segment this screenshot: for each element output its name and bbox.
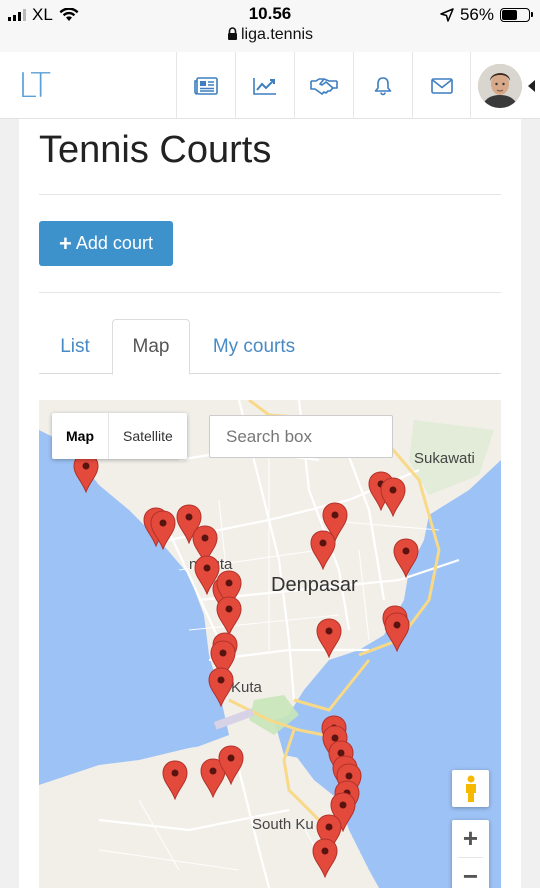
zoom-out-button[interactable]: − (452, 858, 489, 888)
battery-icon (500, 8, 533, 22)
url-bar[interactable]: liga.tennis (0, 26, 540, 44)
bell-icon (374, 76, 392, 95)
nav-matches-button[interactable] (294, 52, 353, 119)
nav-stats-button[interactable] (235, 52, 294, 119)
tab-map[interactable]: Map (112, 319, 190, 375)
newspaper-icon (194, 76, 218, 95)
battery-percent: 56% (459, 5, 494, 24)
add-court-label: Add court (75, 233, 153, 253)
divider (39, 292, 501, 293)
nav-news-button[interactable] (176, 52, 235, 119)
nav-messages-button[interactable] (412, 52, 471, 119)
zoom-control: + − (452, 820, 489, 888)
court-marker[interactable] (310, 530, 336, 570)
map-label-kuta: Kuta (231, 679, 262, 696)
zoom-in-button[interactable]: + (452, 820, 489, 857)
envelope-icon (431, 77, 453, 94)
url-text: liga.tennis (240, 26, 314, 43)
user-avatar-button[interactable] (470, 52, 529, 119)
map-type-map-button[interactable]: Map (52, 413, 109, 459)
caret-left-icon[interactable] (528, 80, 535, 92)
street-view-button[interactable] (452, 770, 489, 807)
handshake-icon (310, 77, 338, 95)
court-marker[interactable] (162, 760, 188, 800)
logo[interactable]: LT (18, 66, 51, 106)
tab-list[interactable]: List (39, 319, 111, 374)
lock-icon (227, 27, 237, 40)
page-title: Tennis Courts (39, 129, 272, 171)
ios-status-bar: XL 10.56 liga.tennis 56% (0, 0, 540, 52)
court-marker[interactable] (218, 745, 244, 785)
court-marker[interactable] (150, 510, 176, 550)
status-right: 56% (440, 5, 533, 25)
view-tabs: List Map My courts (39, 319, 501, 375)
map-label-south-kuta: South Ku (252, 816, 314, 833)
chart-line-icon (253, 77, 276, 95)
court-marker[interactable] (216, 596, 242, 636)
court-marker[interactable] (312, 838, 338, 878)
courts-map[interactable]: Sukawati Denpasar n Kuta Kuta South Ku M… (39, 400, 501, 888)
court-marker[interactable] (380, 477, 406, 517)
court-marker[interactable] (384, 612, 410, 652)
pegman-icon (465, 775, 476, 802)
avatar (478, 63, 522, 108)
map-search-input[interactable] (209, 415, 393, 458)
court-marker[interactable] (73, 453, 99, 493)
location-arrow-icon (440, 8, 454, 22)
plus-icon: + (59, 230, 72, 256)
map-label-denpasar: Denpasar (271, 574, 358, 596)
map-type-satellite-button[interactable]: Satellite (109, 413, 187, 459)
add-court-button[interactable]: + Add court (39, 221, 173, 266)
divider (39, 194, 501, 195)
court-marker[interactable] (393, 538, 419, 578)
site-header: LT (0, 52, 540, 119)
map-label-sukawati: Sukawati (414, 450, 475, 467)
map-type-control: Map Satellite (52, 413, 187, 459)
map-base (39, 400, 501, 888)
content-card: Tennis Courts + Add court List Map My co… (19, 119, 521, 888)
court-marker[interactable] (208, 667, 234, 707)
tab-my-courts[interactable]: My courts (195, 319, 313, 374)
court-marker[interactable] (316, 618, 342, 658)
nav-notifications-button[interactable] (353, 52, 412, 119)
